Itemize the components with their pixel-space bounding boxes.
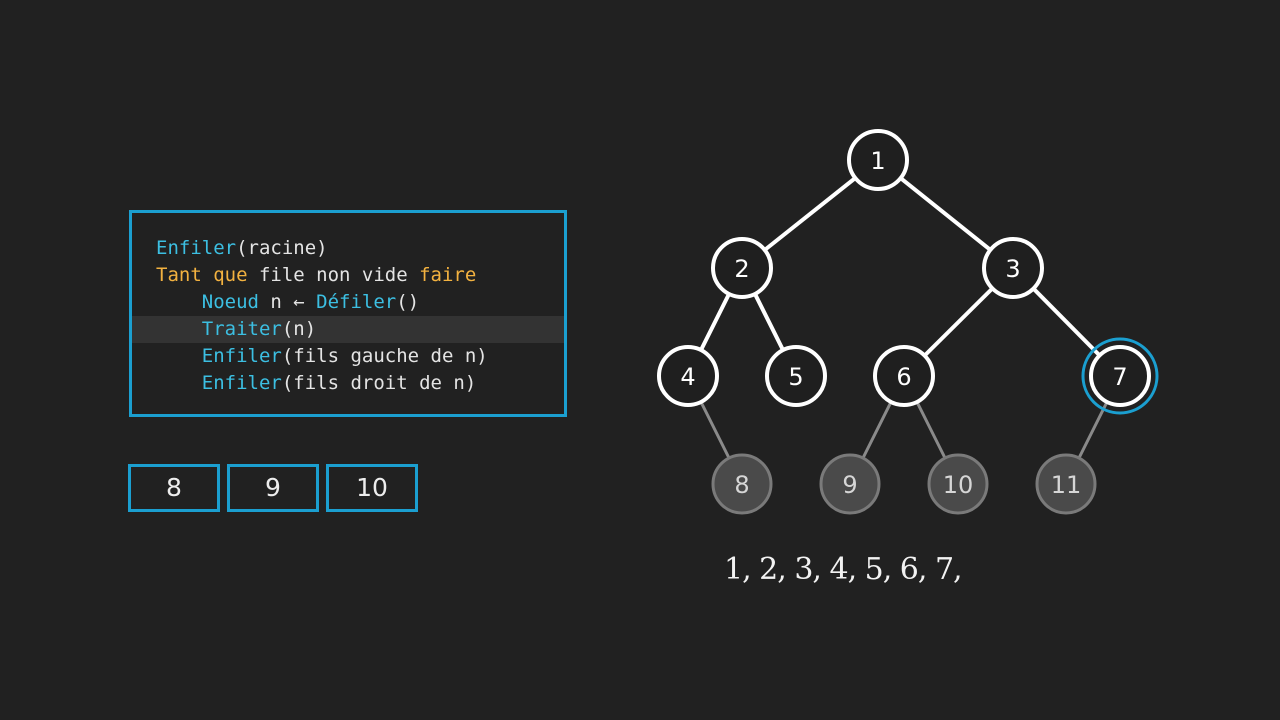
tree-node-label: 11 bbox=[1051, 471, 1082, 499]
tree-node-10: 10 bbox=[927, 453, 989, 515]
tree-node-label: 4 bbox=[680, 363, 695, 391]
tree-node-3: 3 bbox=[982, 237, 1044, 299]
tree-node-label: 7 bbox=[1112, 363, 1127, 391]
tree-node-11: 11 bbox=[1035, 453, 1097, 515]
tree-node-9: 9 bbox=[819, 453, 881, 515]
tree-node-label: 5 bbox=[788, 363, 803, 391]
tree-node-label: 2 bbox=[734, 255, 749, 283]
tree-node-label: 1 bbox=[870, 147, 885, 175]
traversal-output: 1, 2, 3, 4, 5, 6, 7, bbox=[724, 552, 963, 587]
tree-node-4: 4 bbox=[657, 345, 719, 407]
tree-node-label: 6 bbox=[896, 363, 911, 391]
tree-node-label: 9 bbox=[842, 471, 857, 499]
tree-node-5: 5 bbox=[765, 345, 827, 407]
tree-node-label: 10 bbox=[943, 471, 974, 499]
stage: Enfiler(racine) Tant que file non vide fa… bbox=[0, 0, 1280, 720]
tree-node-label: 8 bbox=[734, 471, 749, 499]
tree-node-1: 1 bbox=[847, 129, 909, 191]
binary-tree: 1 2 3 4 5 6 7 8 9 10 11 bbox=[657, 129, 1159, 515]
tree-node-2: 2 bbox=[711, 237, 773, 299]
tree-node-6: 6 bbox=[873, 345, 935, 407]
tree-node-label: 3 bbox=[1005, 255, 1020, 283]
tree-node-8: 8 bbox=[711, 453, 773, 515]
tree-node-7: 7 bbox=[1081, 337, 1159, 415]
